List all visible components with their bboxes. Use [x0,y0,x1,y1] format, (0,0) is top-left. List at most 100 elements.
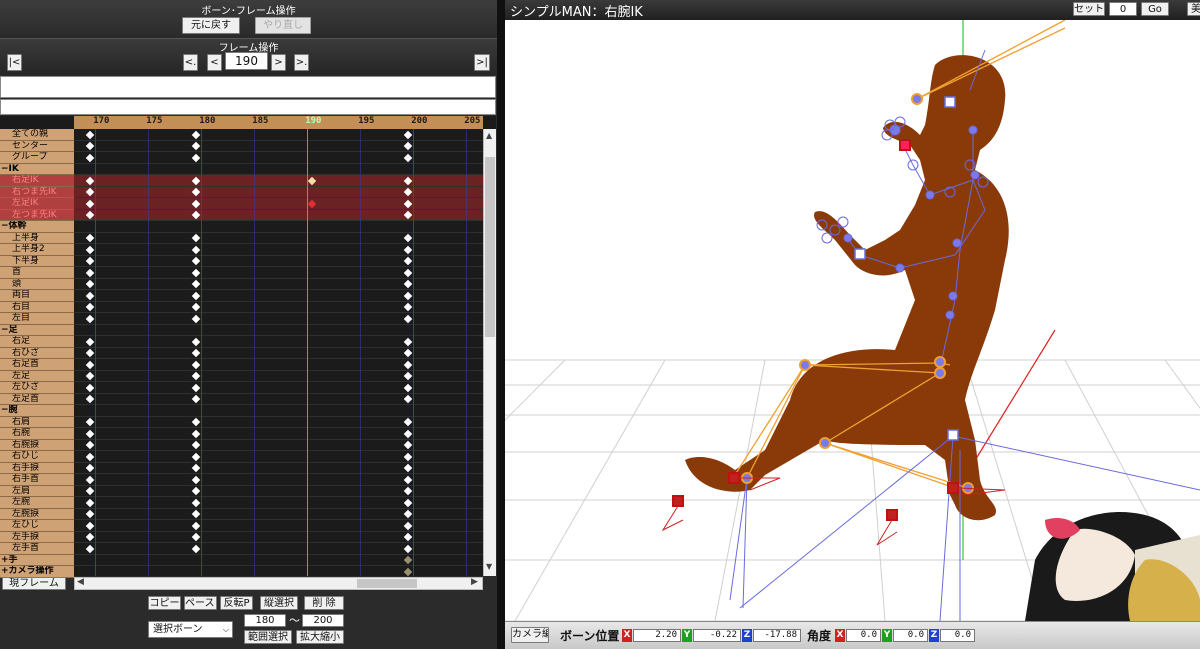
bone-name[interactable]: 左腕 [0,497,74,509]
last-frame-button[interactable]: >| [474,54,490,71]
bone-name[interactable]: 左ひざ [0,382,74,394]
pos-z-input[interactable]: -17.88 [753,629,801,642]
hscroll-thumb[interactable] [357,579,417,588]
keyframe-track[interactable] [74,417,483,428]
keyframe-track[interactable] [74,290,483,302]
keyframe-track[interactable] [74,313,483,325]
keyframe-track[interactable] [74,371,483,382]
timeline-row[interactable]: −IK [0,163,483,175]
keyframe-track[interactable] [74,359,483,371]
model-viewport[interactable]: シンプルMAN：右腕IK セット 0 Go 美 カメラ編 ボーン位置 X 2.2… [505,0,1200,649]
bone-name[interactable]: 左手首 [0,543,74,555]
bone-name[interactable]: 両目 [0,290,74,302]
keyframe-track[interactable] [74,175,483,187]
bone-name[interactable]: +手 [0,554,74,566]
scroll-thumb[interactable] [485,157,495,337]
bone-name[interactable]: 右手首 [0,474,74,486]
keyframe-track[interactable] [74,186,483,198]
keyframe-track[interactable] [74,325,483,336]
scroll-right-arrow[interactable]: ▶ [471,577,478,587]
keyframe-track[interactable] [74,141,483,152]
keyframe-track[interactable] [74,256,483,267]
bone-name[interactable]: 右腕捩 [0,439,74,451]
prev-frame-button[interactable]: < [207,54,222,71]
keyframe-track[interactable] [74,394,483,405]
range-from-input[interactable]: 180 [244,614,286,627]
timeline-row[interactable]: −体幹 [0,221,483,233]
keyframe-track[interactable] [74,198,483,210]
keyframe-track[interactable] [74,486,483,497]
bone-name[interactable]: 下半身 [0,255,74,267]
range-to-input[interactable]: 200 [302,614,344,627]
bone-name[interactable]: 右手捩 [0,462,74,474]
scroll-down-arrow[interactable]: ▼ [486,562,492,571]
keyframe-track[interactable] [74,129,483,141]
extra-button[interactable]: 美 [1187,2,1200,16]
bone-name[interactable]: 左つま先IK [0,209,74,221]
keyframe-track[interactable] [74,543,483,555]
bone-name[interactable]: 左足首 [0,393,74,405]
bone-name[interactable]: 右ひじ [0,451,74,463]
flip-paste-button[interactable]: 反転P [220,596,253,610]
keyframe-track[interactable] [74,555,483,566]
keyframe-track[interactable] [74,520,483,532]
keyframe-track[interactable] [74,428,483,440]
undo-button[interactable]: 元に戻す [182,17,240,34]
bone-name[interactable]: 左足 [0,370,74,382]
bone-name[interactable]: 右肩 [0,416,74,428]
keyframe-track[interactable] [74,405,483,417]
horizontal-scrollbar[interactable]: ◀ ▶ [74,577,483,590]
keyframe-track[interactable] [74,244,483,256]
timeline-row[interactable]: −足 [0,324,483,336]
paste-button[interactable]: ペースト [184,596,217,610]
keyframe-track[interactable] [74,440,483,451]
select-bone-dropdown[interactable]: 選択ボーン ⌵ [148,621,233,638]
go-button[interactable]: Go [1141,2,1169,16]
morph-strip-2[interactable] [0,99,496,115]
keyframe-track[interactable] [74,209,483,221]
bone-name[interactable]: グループ [0,152,74,164]
bone-name[interactable]: 首 [0,267,74,279]
bone-name[interactable]: 右腕 [0,428,74,440]
bone-name[interactable]: 左目 [0,313,74,325]
bone-name[interactable]: 右つま先IK [0,186,74,198]
pos-y-input[interactable]: -0.22 [693,629,741,642]
camera-edit-button[interactable]: カメラ編 [511,627,549,643]
first-frame-button[interactable]: |< [7,54,22,71]
range-select-button[interactable]: 範囲選択 [244,630,292,644]
keyframe-track[interactable] [74,302,483,313]
bone-name[interactable]: 全ての親 [0,129,74,141]
current-frame-button[interactable]: 現フレーム [2,577,66,590]
next-keyframe-button[interactable]: >. [294,54,309,71]
keyframe-track[interactable] [74,336,483,348]
bone-name[interactable]: 左手捩 [0,531,74,543]
delete-button[interactable]: 削 除 [304,596,344,610]
keyframe-track[interactable] [74,509,483,520]
ang-x-input[interactable]: 0.0 [846,629,881,642]
ang-y-input[interactable]: 0.0 [893,629,928,642]
keyframe-track[interactable] [74,474,483,486]
keyframe-track[interactable] [74,164,483,175]
frame-number-input[interactable]: 190 [225,52,268,70]
scroll-up-arrow[interactable]: ▲ [486,131,492,140]
bone-name[interactable]: センター [0,140,74,152]
set-button[interactable]: セット [1073,2,1105,16]
keyframe-track[interactable] [74,233,483,244]
keyframe-track[interactable] [74,348,483,359]
ang-z-input[interactable]: 0.0 [940,629,975,642]
keyframe-track[interactable] [74,279,483,290]
prev-keyframe-button[interactable]: <. [183,54,198,71]
bone-name[interactable]: 左肩 [0,485,74,497]
keyframe-track[interactable] [74,221,483,233]
bone-name[interactable]: 左足IK [0,198,74,210]
bone-name[interactable]: +カメラ操作 [0,566,74,578]
bone-name[interactable]: 上半身 [0,232,74,244]
pos-x-input[interactable]: 2.20 [633,629,681,642]
3d-scene[interactable] [505,0,1200,621]
bone-name[interactable]: 左腕捩 [0,508,74,520]
set-frame-input[interactable]: 0 [1109,2,1137,16]
redo-button[interactable]: やり直し [255,17,311,34]
keyframe-track[interactable] [74,463,483,474]
bone-name[interactable]: 頭 [0,278,74,290]
frame-ruler[interactable]: 170 175 180 185 190 195 200 205 [74,116,483,129]
